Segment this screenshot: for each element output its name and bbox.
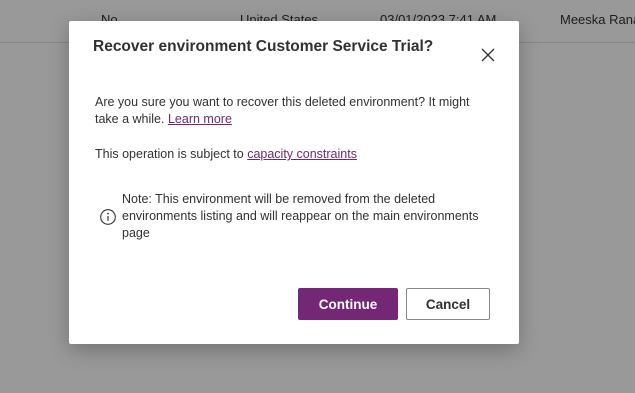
operation-text: This operation is subject to bbox=[95, 147, 244, 161]
cancel-button[interactable]: Cancel bbox=[406, 288, 490, 320]
operation-notice: This operation is subject to capacity co… bbox=[95, 146, 495, 163]
close-button[interactable] bbox=[474, 41, 502, 69]
close-icon bbox=[481, 48, 495, 62]
learn-more-link[interactable]: Learn more bbox=[168, 112, 232, 126]
question-text: Are you sure you want to recover this de… bbox=[95, 95, 470, 126]
dialog-title: Recover environment Customer Service Tri… bbox=[93, 38, 434, 55]
capacity-constraints-link[interactable]: capacity constraints bbox=[247, 147, 357, 161]
info-icon bbox=[100, 209, 116, 225]
dialog-question: Are you sure you want to recover this de… bbox=[95, 94, 495, 128]
continue-button[interactable]: Continue bbox=[298, 288, 398, 320]
recover-environment-dialog: Recover environment Customer Service Tri… bbox=[69, 21, 519, 344]
note-section: Note: This environment will be removed f… bbox=[99, 191, 499, 242]
note-text: Note: This environment will be removed f… bbox=[122, 192, 479, 240]
